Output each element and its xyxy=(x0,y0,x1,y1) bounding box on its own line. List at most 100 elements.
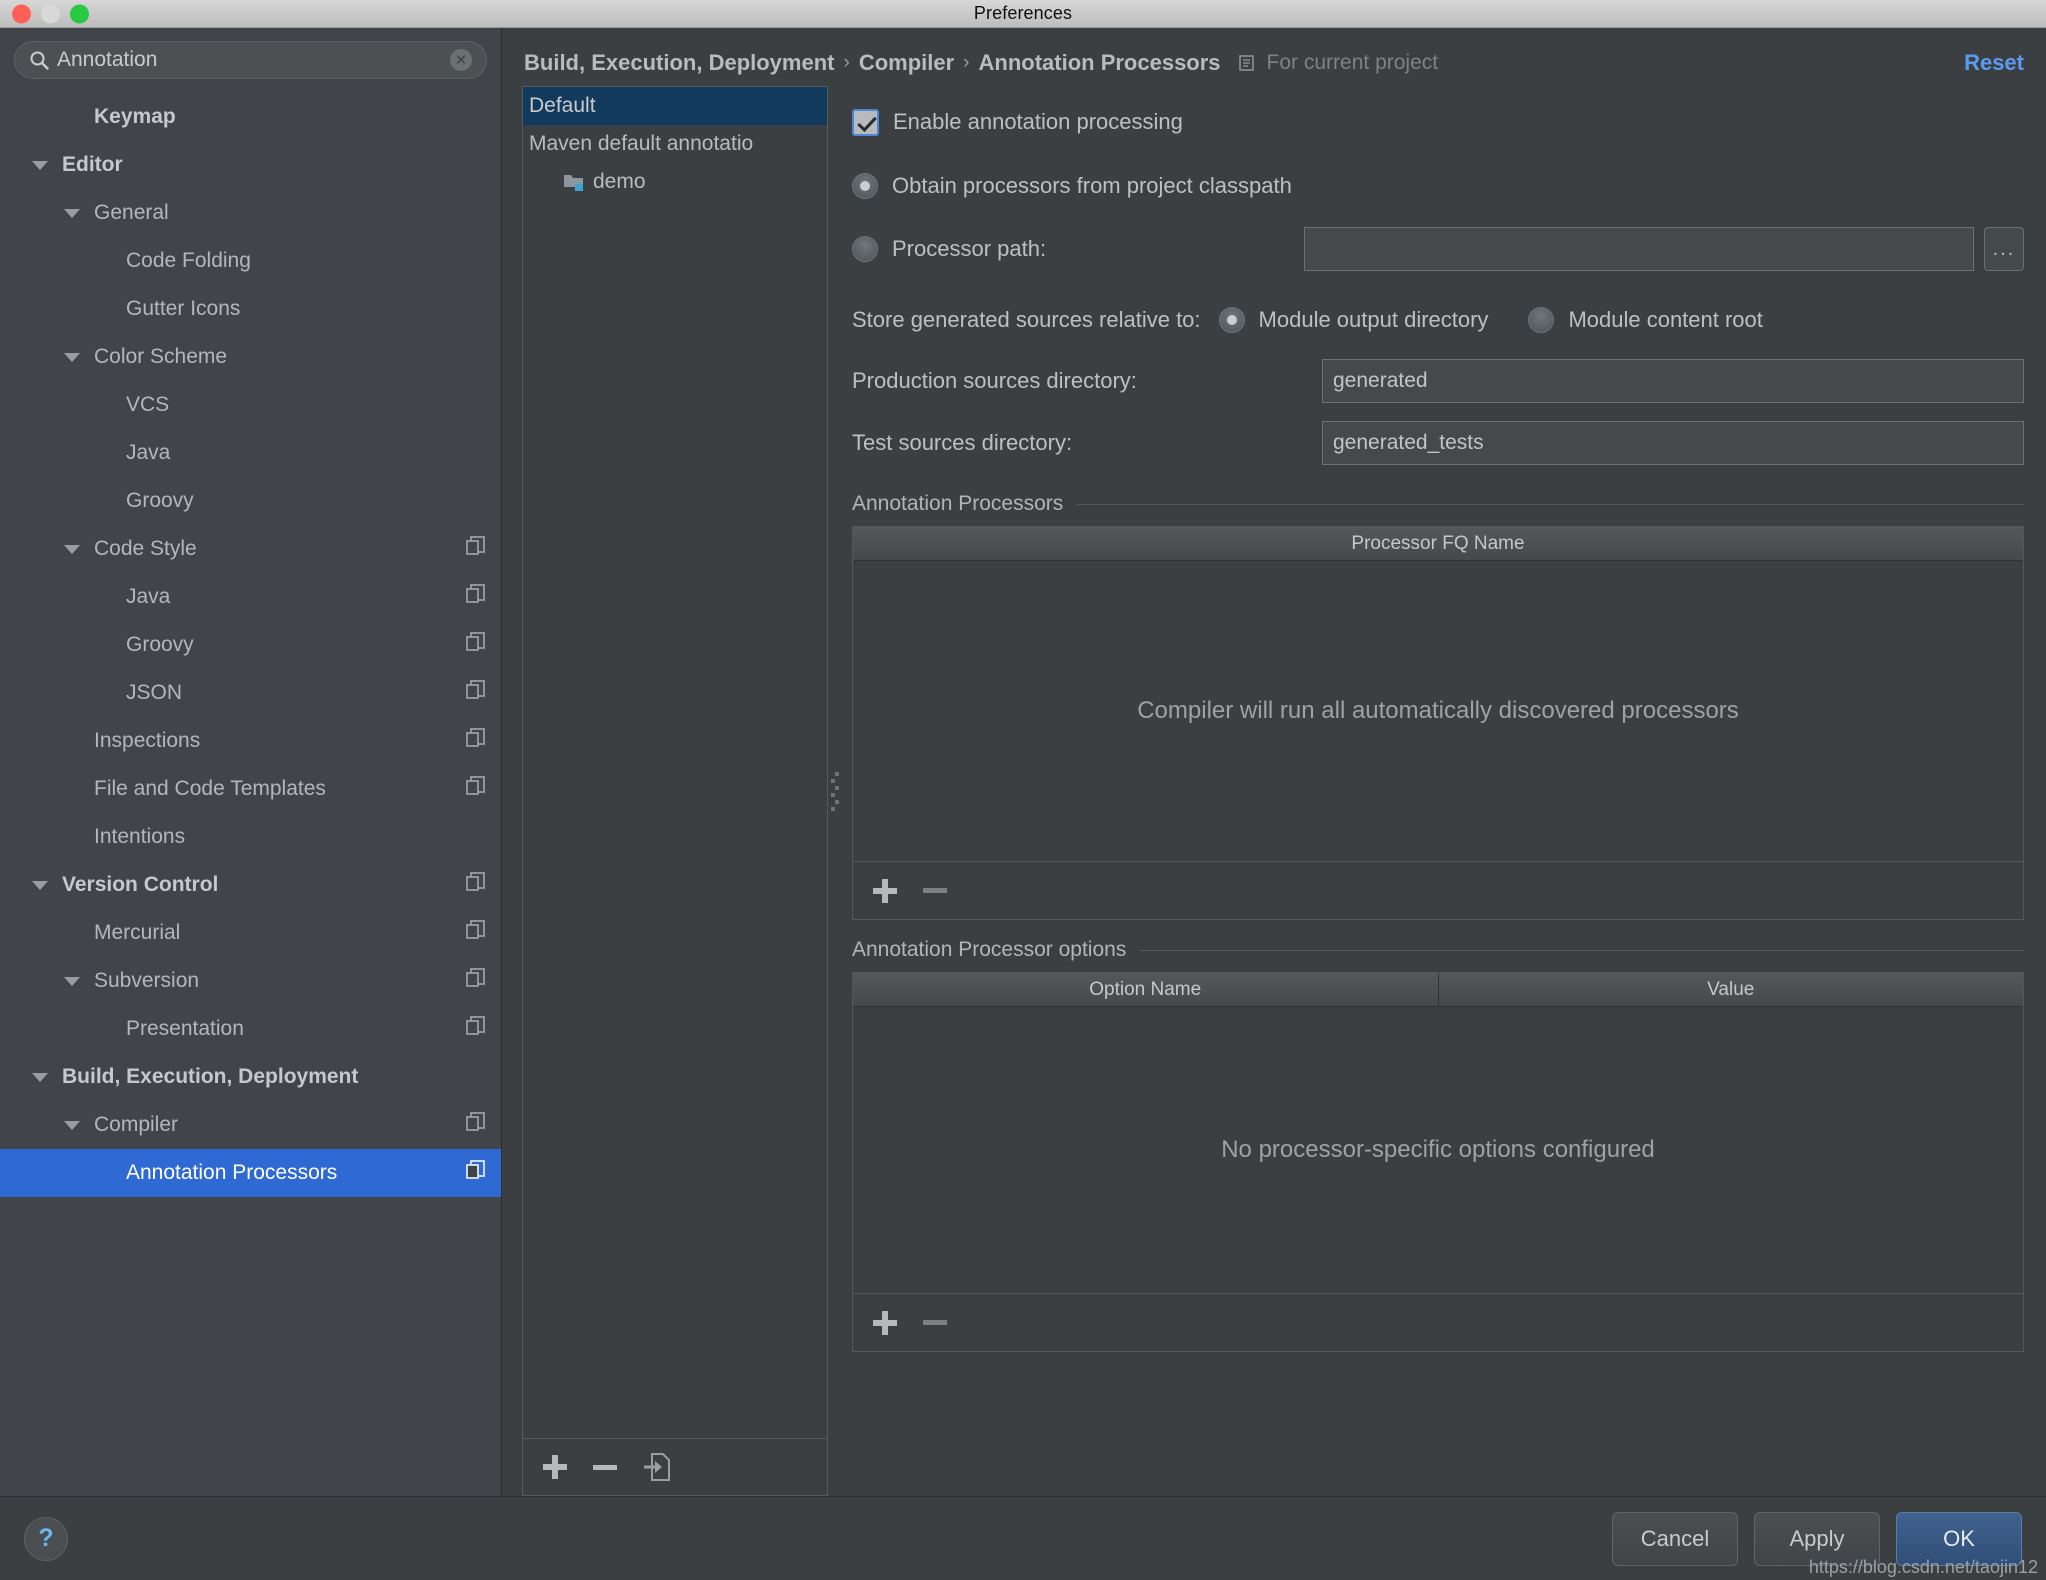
sidebar-item-mercurial[interactable]: Mercurial xyxy=(0,909,501,957)
copy-settings-icon[interactable] xyxy=(465,583,487,611)
cancel-button[interactable]: Cancel xyxy=(1612,1511,1738,1566)
module-output-directory-radio[interactable] xyxy=(1218,307,1245,333)
sidebar-item-label: Code Style xyxy=(94,537,197,560)
copy-settings-icon[interactable] xyxy=(465,535,487,563)
sidebar-item-groovy[interactable]: Groovy xyxy=(0,621,501,669)
copy-settings-icon[interactable] xyxy=(465,679,487,707)
processor-path-row[interactable]: Processor path: ... xyxy=(852,222,2024,276)
chevron-down-icon[interactable] xyxy=(64,544,80,554)
clear-icon[interactable]: ✕ xyxy=(450,49,472,71)
zoom-window-button[interactable] xyxy=(70,4,89,23)
processors-table[interactable]: Processor FQ Name Compiler will run all … xyxy=(852,526,2024,862)
sidebar-item-annotation-processors[interactable]: Annotation Processors xyxy=(0,1149,501,1197)
add-option-button[interactable] xyxy=(873,1310,897,1335)
sidebar-item-label: Version Control xyxy=(62,873,219,896)
module-content-root-radio[interactable] xyxy=(1528,307,1555,333)
obtain-from-classpath-row[interactable]: Obtain processors from project classpath xyxy=(852,164,2024,208)
sidebar-item-java[interactable]: Java xyxy=(0,429,501,477)
sidebar-item-java[interactable]: Java xyxy=(0,573,501,621)
test-sources-label: Test sources directory: xyxy=(852,430,1073,455)
window-body: ✕ Keymap Editor General Code Folding Gutter … xyxy=(0,28,2046,1496)
copy-settings-icon[interactable] xyxy=(465,631,487,659)
copy-settings-icon[interactable] xyxy=(465,1015,487,1043)
sidebar-item-json[interactable]: JSON xyxy=(0,669,501,717)
panel-splitter[interactable] xyxy=(828,86,842,1496)
enable-annotation-processing-row[interactable]: Enable annotation processing xyxy=(852,100,2024,144)
chevron-down-icon[interactable] xyxy=(64,976,80,986)
chevron-down-icon[interactable] xyxy=(64,208,80,218)
splitter-grip-icon xyxy=(831,771,839,811)
search-input[interactable] xyxy=(57,48,450,72)
chevron-down-icon[interactable] xyxy=(32,160,48,170)
profile-list-item[interactable]: Maven default annotatio xyxy=(523,125,827,163)
sidebar-item-general[interactable]: General xyxy=(0,189,501,237)
sidebar-item-compiler[interactable]: Compiler xyxy=(0,1101,501,1149)
add-profile-button[interactable] xyxy=(543,1455,567,1479)
close-window-button[interactable] xyxy=(12,4,31,23)
module-content-root-option[interactable]: Module content root xyxy=(1528,307,1763,333)
sidebar-item-code-style[interactable]: Code Style xyxy=(0,525,501,573)
annotation-processors-group-title: Annotation Processors xyxy=(852,492,2024,516)
sidebar-item-groovy[interactable]: Groovy xyxy=(0,477,501,525)
copy-settings-icon[interactable] xyxy=(465,919,487,947)
breadcrumb-part-1[interactable]: Compiler xyxy=(859,50,954,76)
help-button[interactable]: ? xyxy=(24,1516,68,1561)
sidebar-item-code-folding[interactable]: Code Folding xyxy=(0,237,501,285)
sidebar-item-keymap[interactable]: Keymap xyxy=(0,93,501,141)
sidebar-item-label: Inspections xyxy=(94,729,201,752)
chevron-down-icon[interactable] xyxy=(32,1072,48,1082)
sidebar-item-gutter-icons[interactable]: Gutter Icons xyxy=(0,285,501,333)
column-header-option-name[interactable]: Option Name xyxy=(853,973,1438,1006)
breadcrumb-part-0[interactable]: Build, Execution, Deployment xyxy=(524,50,834,76)
sidebar-item-color-scheme[interactable]: Color Scheme xyxy=(0,333,501,381)
obtain-from-classpath-radio[interactable] xyxy=(852,173,878,199)
module-output-directory-option[interactable]: Module output directory xyxy=(1218,307,1488,333)
processor-path-input[interactable] xyxy=(1304,227,1974,271)
profile-list-item-label: Maven default annotatio xyxy=(529,132,754,155)
sidebar-item-version-control[interactable]: Version Control xyxy=(0,861,501,909)
chevron-down-icon[interactable] xyxy=(64,1120,80,1130)
test-sources-input[interactable]: generated_tests xyxy=(1322,421,2024,465)
copy-settings-icon[interactable] xyxy=(465,1159,487,1187)
chevron-down-icon[interactable] xyxy=(64,352,80,362)
copy-settings-icon[interactable] xyxy=(465,871,487,899)
sidebar-item-label: Intentions xyxy=(94,825,186,848)
sidebar-item-presentation[interactable]: Presentation xyxy=(0,1005,501,1053)
move-module-icon[interactable] xyxy=(643,1452,671,1482)
annotation-processors-settings: Enable annotation processing Obtain proc… xyxy=(842,86,2046,1496)
remove-processor-button xyxy=(923,888,947,893)
copy-settings-icon[interactable] xyxy=(465,967,487,995)
sidebar-item-editor[interactable]: Editor xyxy=(0,141,501,189)
processor-path-label-group: Processor path: xyxy=(852,236,1304,262)
column-header-value[interactable]: Value xyxy=(1437,973,2024,1006)
processors-table-toolbar xyxy=(852,862,2024,920)
processor-path-browse-button[interactable]: ... xyxy=(1984,227,2024,271)
sidebar-item-vcs[interactable]: VCS xyxy=(0,381,501,429)
sidebar-item-intentions[interactable]: Intentions xyxy=(0,813,501,861)
reset-link[interactable]: Reset xyxy=(1964,50,2024,76)
minimize-window-button[interactable] xyxy=(41,4,60,23)
processors-table-body: Compiler will run all automatically disc… xyxy=(853,561,2023,861)
sidebar-item-file-and-code-templates[interactable]: File and Code Templates xyxy=(0,765,501,813)
add-processor-button[interactable] xyxy=(873,878,897,903)
profile-list-item[interactable]: demo xyxy=(523,163,827,201)
options-table[interactable]: Option Name Value No processor-specific … xyxy=(852,972,2024,1294)
processor-path-radio[interactable] xyxy=(852,236,878,262)
sidebar-item-label: Color Scheme xyxy=(94,345,228,368)
profile-list-item[interactable]: Default xyxy=(523,87,827,125)
profiles-list[interactable]: Default Maven default annotatio demo xyxy=(522,86,828,1438)
remove-profile-button[interactable] xyxy=(593,1464,617,1470)
sidebar-item-subversion[interactable]: Subversion xyxy=(0,957,501,1005)
copy-settings-icon[interactable] xyxy=(465,727,487,755)
copy-settings-icon[interactable] xyxy=(465,1111,487,1139)
column-header-processor-fq-name[interactable]: Processor FQ Name xyxy=(853,527,2023,560)
sidebar-item-build-execution-deployment[interactable]: Build, Execution, Deployment xyxy=(0,1053,501,1101)
sidebar-item-inspections[interactable]: Inspections xyxy=(0,717,501,765)
settings-tree[interactable]: Keymap Editor General Code Folding Gutter Ic… xyxy=(0,89,501,1496)
sidebar-item-label: Compiler xyxy=(94,1113,179,1136)
search-box[interactable]: ✕ xyxy=(14,41,487,79)
copy-settings-icon[interactable] xyxy=(465,775,487,803)
chevron-down-icon[interactable] xyxy=(32,880,48,890)
enable-annotation-processing-checkbox[interactable] xyxy=(852,108,879,136)
production-sources-input[interactable]: generated xyxy=(1322,359,2024,403)
